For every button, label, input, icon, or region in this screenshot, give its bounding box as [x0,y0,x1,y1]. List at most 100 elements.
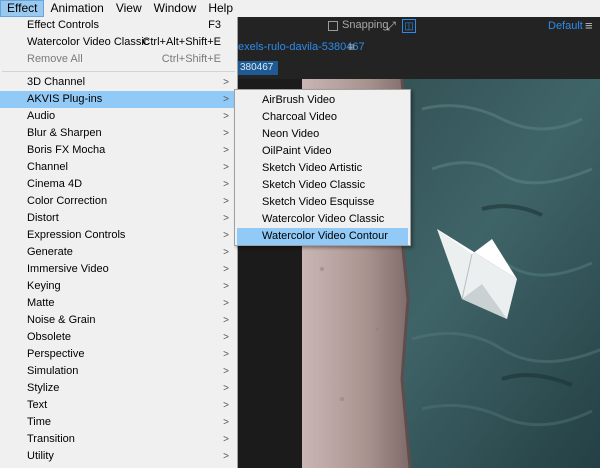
submenu-item-watercolor-video-classic[interactable]: Watercolor Video Classic [237,211,408,228]
chevron-right-icon: > [223,247,229,258]
menu-item-utility[interactable]: Utility > [0,448,237,465]
menu-item-label: Watercolor Video Classic [27,36,150,48]
submenu-item-watercolor-video-contour[interactable]: Watercolor Video Contour [237,228,408,245]
menu-item-shortcut: F3 [208,19,221,31]
menu-window[interactable]: Window [148,0,203,17]
submenu-item-label: Sketch Video Classic [262,179,366,191]
menu-item-channel[interactable]: Channel > [0,159,237,176]
menu-effect[interactable]: Effect [0,0,45,17]
chevron-right-icon: > [223,94,229,105]
composition-subtab[interactable]: 380467 [238,61,278,75]
menu-item-3d-channel[interactable]: 3D Channel > [0,74,237,91]
chevron-right-icon: > [223,264,229,275]
chevron-right-icon: > [223,162,229,173]
menu-item-label: Obsolete [27,331,72,343]
submenu-item-airbrush-video[interactable]: AirBrush Video [237,92,408,109]
menu-item-keying[interactable]: Keying > [0,278,237,295]
workspace-default[interactable]: Default [548,20,583,32]
menu-animation[interactable]: Animation [44,0,109,17]
composition-tab-menu-icon[interactable]: ≡ [348,40,355,54]
menu-item-obsolete[interactable]: Obsolete > [0,329,237,346]
menu-item-label: Channel [27,161,68,173]
snap-expand-icon[interactable]: ⤢ [384,19,398,33]
chevron-right-icon: > [223,111,229,122]
menu-item-shortcut: Ctrl+Shift+E [161,53,221,65]
submenu-item-label: Watercolor Video Contour [262,230,388,242]
menu-item-noise-grain[interactable]: Noise & Grain > [0,312,237,329]
menu-separator [2,71,235,72]
submenu-item-sketch-video-esquisse[interactable]: Sketch Video Esquisse [237,194,408,211]
chevron-right-icon: > [223,230,229,241]
menu-bar: Effect Animation View Window Help [0,0,600,17]
chevron-right-icon: > [223,145,229,156]
menu-item-label: Cinema 4D [27,178,83,190]
menu-item-cinema-4d[interactable]: Cinema 4D > [0,176,237,193]
menu-item-blur-sharpen[interactable]: Blur & Sharpen > [0,125,237,142]
chevron-right-icon: > [223,196,229,207]
menu-item-time[interactable]: Time > [0,414,237,431]
workspace-menu-icon[interactable]: ≡ [585,18,593,33]
chevron-right-icon: > [223,128,229,139]
menu-item-label: Effect Controls [27,19,99,31]
submenu-item-label: Neon Video [262,128,320,140]
menu-item-akvis-plug-ins[interactable]: AKVIS Plug-ins > [0,91,237,108]
menu-item-label: Noise & Grain [27,314,96,326]
menu-item-label: Matte [27,297,55,309]
submenu-item-oilpaint-video[interactable]: OilPaint Video [237,143,408,160]
submenu-item-sketch-video-artistic[interactable]: Sketch Video Artistic [237,160,408,177]
menu-item-label: Perspective [27,348,85,360]
menu-item-label: AKVIS Plug-ins [27,93,103,105]
submenu-item-label: AirBrush Video [262,94,336,106]
menu-item-label: Color Correction [27,195,108,207]
submenu-item-charcoal-video[interactable]: Charcoal Video [237,109,408,126]
composition-tab[interactable]: exels-rulo-davila-5380467 [238,41,365,53]
chevron-right-icon: > [223,213,229,224]
submenu-item-sketch-video-classic[interactable]: Sketch Video Classic [237,177,408,194]
chevron-right-icon: > [223,315,229,326]
chevron-right-icon: > [223,281,229,292]
menu-help[interactable]: Help [202,0,239,17]
chevron-right-icon: > [223,451,229,462]
snapping-checkbox[interactable] [328,21,338,31]
menu-item-expression-controls[interactable]: Expression Controls > [0,227,237,244]
menu-item-last-effect[interactable]: Watercolor Video Classic Ctrl+Alt+Shift+… [0,34,237,51]
menu-item-label: Boris FX Mocha [27,144,106,156]
chevron-right-icon: > [223,434,229,445]
menu-item-generate[interactable]: Generate > [0,244,237,261]
menu-item-label: Time [27,416,52,428]
chevron-right-icon: > [223,77,229,88]
menu-item-transition[interactable]: Transition > [0,431,237,448]
menu-item-audio[interactable]: Audio > [0,108,237,125]
menu-item-text[interactable]: Text > [0,397,237,414]
menu-item-label: Keying [27,280,61,292]
menu-item-boris-fx-mocha[interactable]: Boris FX Mocha > [0,142,237,159]
menu-item-label: 3D Channel [27,76,86,88]
menu-item-color-correction[interactable]: Color Correction > [0,193,237,210]
submenu-item-label: OilPaint Video [262,145,332,157]
snapping-label: Snapping [342,19,389,31]
menu-item-distort[interactable]: Distort > [0,210,237,227]
menu-item-simulation[interactable]: Simulation > [0,363,237,380]
effect-menu: Effect Controls F3 Watercolor Video Clas… [0,17,238,468]
submenu-item-neon-video[interactable]: Neon Video [237,126,408,143]
menu-item-stylize[interactable]: Stylize > [0,380,237,397]
menu-item-label: Expression Controls [27,229,126,241]
menu-view[interactable]: View [110,0,148,17]
menu-item-label: Immersive Video [27,263,109,275]
submenu-item-label: Watercolor Video Classic [262,213,385,225]
chevron-right-icon: > [223,349,229,360]
menu-item-remove-all[interactable]: Remove All Ctrl+Shift+E [0,51,237,68]
menu-item-label: Audio [27,110,56,122]
chevron-right-icon: > [223,417,229,428]
chevron-right-icon: > [223,366,229,377]
snap-target-icon[interactable]: ◫ [402,19,416,33]
menu-item-effect-controls[interactable]: Effect Controls F3 [0,17,237,34]
chevron-right-icon: > [223,383,229,394]
chevron-right-icon: > [223,332,229,343]
chevron-right-icon: > [223,400,229,411]
submenu-item-label: Sketch Video Artistic [262,162,363,174]
menu-item-perspective[interactable]: Perspective > [0,346,237,363]
menu-item-label: Blur & Sharpen [27,127,102,139]
menu-item-immersive-video[interactable]: Immersive Video > [0,261,237,278]
menu-item-matte[interactable]: Matte > [0,295,237,312]
